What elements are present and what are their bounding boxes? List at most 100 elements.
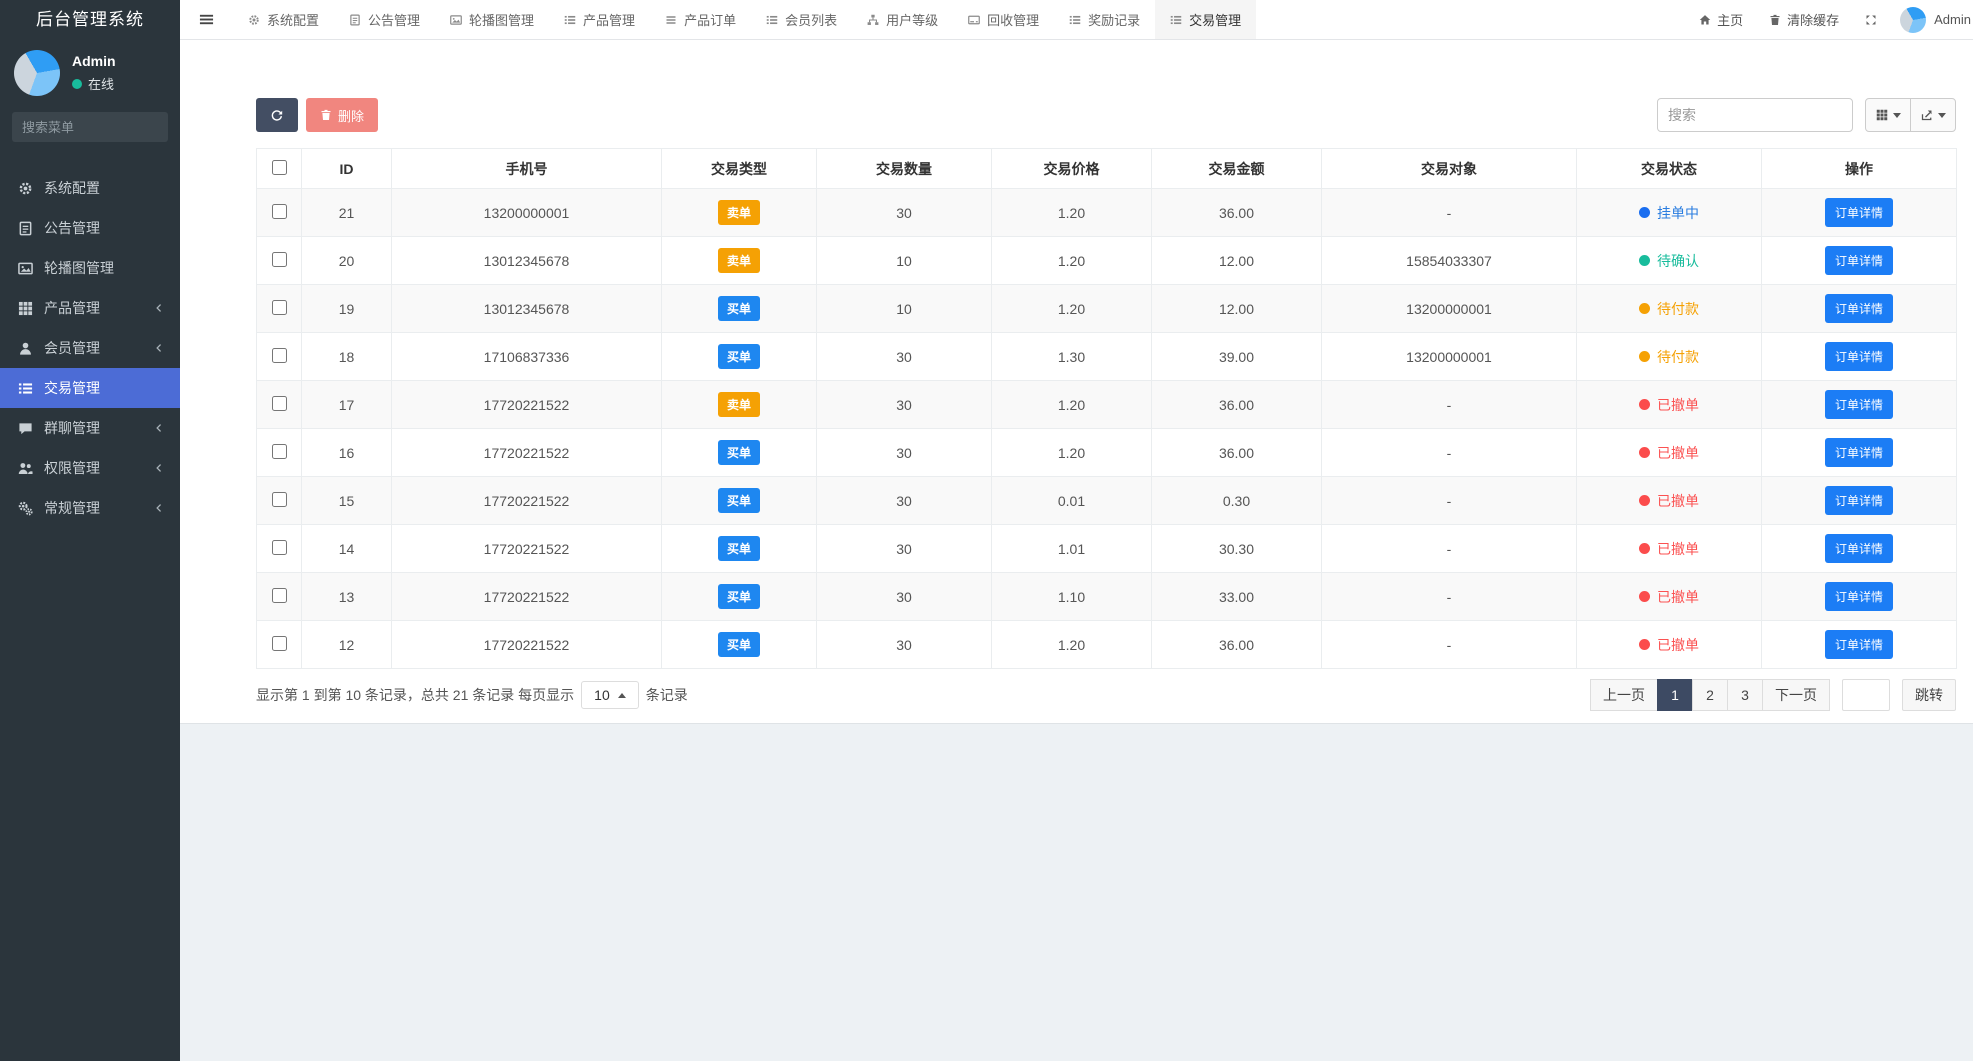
- tab-trades[interactable]: 交易管理: [1155, 0, 1256, 39]
- page-button-2[interactable]: 2: [1692, 679, 1728, 711]
- user-name: Admin: [72, 53, 116, 69]
- sidebar-toggle-button[interactable]: [180, 0, 233, 39]
- table-search-input[interactable]: [1657, 98, 1853, 132]
- next-page-button[interactable]: 下一页: [1762, 679, 1830, 711]
- cell-actions: 订单详情: [1762, 573, 1957, 621]
- status-label: 待付款: [1657, 299, 1699, 319]
- tab-user-levels[interactable]: 用户等级: [852, 0, 953, 39]
- sidebar-item-announcements[interactable]: 公告管理: [0, 208, 180, 248]
- navbar-user-name[interactable]: Admin: [1934, 12, 1973, 27]
- prev-page-button[interactable]: 上一页: [1590, 679, 1658, 711]
- order-detail-button[interactable]: 订单详情: [1825, 486, 1893, 515]
- home-label: 主页: [1717, 10, 1743, 29]
- row-checkbox[interactable]: [272, 300, 287, 315]
- tab-recycle[interactable]: 回收管理: [953, 0, 1054, 39]
- jump-page-input[interactable]: [1842, 679, 1890, 711]
- summary-prefix: 显示第 1 到第 10 条记录，总共 21 条记录 每页显示: [256, 685, 574, 705]
- avatar[interactable]: [1900, 7, 1926, 33]
- tab-reward-records[interactable]: 奖励记录: [1054, 0, 1155, 39]
- row-checkbox[interactable]: [272, 348, 287, 363]
- refresh-button[interactable]: [256, 98, 298, 132]
- tab-product-orders[interactable]: 产品订单: [650, 0, 751, 39]
- order-detail-button[interactable]: 订单详情: [1825, 582, 1893, 611]
- column-header-phone: 手机号: [392, 149, 662, 189]
- cell-status: 待付款: [1577, 285, 1762, 333]
- tab-announcements[interactable]: 公告管理: [334, 0, 435, 39]
- cell-phone: 13200000001: [392, 189, 662, 237]
- order-detail-button[interactable]: 订单详情: [1825, 342, 1893, 371]
- delete-button[interactable]: 删除: [306, 98, 378, 132]
- row-checkbox[interactable]: [272, 396, 287, 411]
- table-row: 20 13012345678 卖单 10 1.20 12.00 15854033…: [257, 237, 1957, 285]
- cell-status: 挂单中: [1577, 189, 1762, 237]
- trade-type-badge: 买单: [718, 344, 760, 369]
- cell-qty: 30: [817, 333, 992, 381]
- cell-amount: 0.30: [1152, 477, 1322, 525]
- row-checkbox[interactable]: [272, 636, 287, 651]
- menu-search-input[interactable]: [22, 120, 198, 135]
- row-checkbox[interactable]: [272, 204, 287, 219]
- chevron-left-icon: [154, 343, 164, 353]
- tab-system-config[interactable]: 系统配置: [233, 0, 334, 39]
- sidebar-item-members[interactable]: 会员管理: [0, 328, 180, 368]
- row-checkbox[interactable]: [272, 444, 287, 459]
- sidebar-item-group-chat[interactable]: 群聊管理: [0, 408, 180, 448]
- sidebar-item-carousel[interactable]: 轮播图管理: [0, 248, 180, 288]
- column-header-status: 交易状态: [1577, 149, 1762, 189]
- sidebar-item-trades[interactable]: 交易管理: [0, 368, 180, 408]
- cell-phone: 17720221522: [392, 429, 662, 477]
- avatar[interactable]: [14, 50, 60, 96]
- online-dot-icon: [72, 79, 82, 89]
- clear-cache-button[interactable]: 清除缓存: [1756, 0, 1852, 39]
- cell-qty: 30: [817, 573, 992, 621]
- row-checkbox[interactable]: [272, 492, 287, 507]
- sidebar-item-general[interactable]: 常规管理: [0, 488, 180, 528]
- page-list: 上一页 1 2 3 下一页: [1590, 679, 1830, 711]
- row-checkbox[interactable]: [272, 540, 287, 555]
- order-detail-button[interactable]: 订单详情: [1825, 198, 1893, 227]
- tab-member-list[interactable]: 会员列表: [751, 0, 852, 39]
- order-detail-button[interactable]: 订单详情: [1825, 294, 1893, 323]
- order-detail-button[interactable]: 订单详情: [1825, 630, 1893, 659]
- cell-qty: 10: [817, 285, 992, 333]
- fullscreen-button[interactable]: [1852, 0, 1890, 39]
- table-row: 16 17720221522 买单 30 1.20 36.00 - 已撤单 订单…: [257, 429, 1957, 477]
- page-button-1[interactable]: 1: [1657, 679, 1693, 711]
- tab-carousel[interactable]: 轮播图管理: [435, 0, 549, 39]
- table-row: 19 13012345678 买单 10 1.20 12.00 13200000…: [257, 285, 1957, 333]
- tab-products[interactable]: 产品管理: [549, 0, 650, 39]
- clear-cache-label: 清除缓存: [1787, 10, 1839, 29]
- sidebar-item-label: 群聊管理: [44, 418, 143, 438]
- cell-counterparty: -: [1322, 189, 1577, 237]
- trade-type-badge: 买单: [718, 296, 760, 321]
- header-select-all: [257, 149, 302, 189]
- status-badge: 已撤单: [1639, 395, 1699, 415]
- tab-label: 轮播图管理: [469, 10, 534, 29]
- expand-icon: [1865, 14, 1877, 26]
- order-detail-button[interactable]: 订单详情: [1825, 534, 1893, 563]
- columns-dropdown-button[interactable]: [1865, 98, 1911, 132]
- select-all-checkbox[interactable]: [272, 160, 287, 175]
- export-dropdown-button[interactable]: [1910, 98, 1956, 132]
- cell-id: 13: [302, 573, 392, 621]
- order-detail-button[interactable]: 订单详情: [1825, 390, 1893, 419]
- row-checkbox[interactable]: [272, 252, 287, 267]
- status-label: 挂单中: [1657, 203, 1699, 223]
- cell-actions: 订单详情: [1762, 477, 1957, 525]
- row-checkbox[interactable]: [272, 588, 287, 603]
- status-dot-icon: [1639, 399, 1650, 410]
- cell-id: 18: [302, 333, 392, 381]
- chevron-left-icon: [154, 423, 164, 433]
- sidebar-item-system-config[interactable]: 系统配置: [0, 168, 180, 208]
- page-button-3[interactable]: 3: [1727, 679, 1763, 711]
- order-detail-button[interactable]: 订单详情: [1825, 246, 1893, 275]
- export-icon: [1921, 109, 1933, 121]
- jump-button[interactable]: 跳转: [1902, 679, 1956, 711]
- order-detail-button[interactable]: 订单详情: [1825, 438, 1893, 467]
- sidebar-item-products[interactable]: 产品管理: [0, 288, 180, 328]
- page-size-dropdown[interactable]: 10: [581, 681, 639, 709]
- status-badge: 已撤单: [1639, 587, 1699, 607]
- sidebar-item-permissions[interactable]: 权限管理: [0, 448, 180, 488]
- home-button[interactable]: 主页: [1686, 0, 1756, 39]
- cell-id: 16: [302, 429, 392, 477]
